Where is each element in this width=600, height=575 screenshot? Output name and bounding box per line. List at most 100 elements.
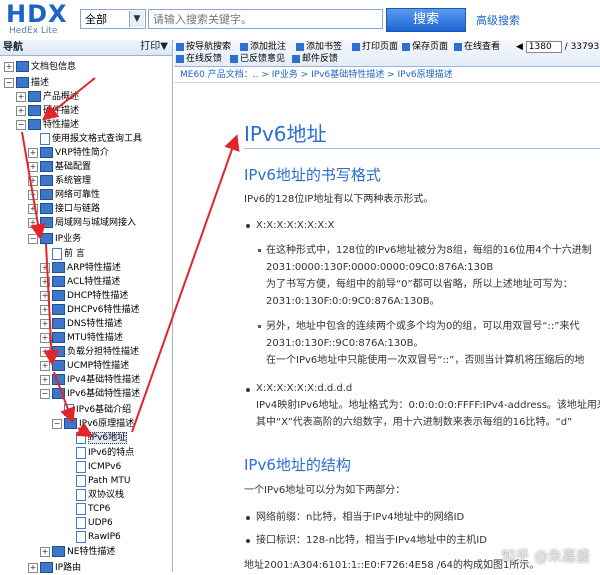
feedback-icon bbox=[176, 54, 184, 63]
book-icon bbox=[52, 374, 65, 385]
tree-item[interactable]: − IPv6原理描述 bbox=[52, 417, 134, 431]
expand-icon[interactable]: + bbox=[40, 346, 50, 357]
tree-item[interactable]: + DHCP特性描述 bbox=[40, 289, 128, 303]
tree-item[interactable]: + 文档包信息 bbox=[4, 60, 76, 74]
expand-icon[interactable]: + bbox=[16, 105, 26, 116]
expand-icon[interactable]: + bbox=[40, 546, 50, 557]
book-icon bbox=[52, 332, 65, 343]
tree-item[interactable]: ICMPv6 bbox=[76, 460, 121, 474]
tree-item[interactable]: + NE特性描述 bbox=[40, 545, 115, 559]
tree-item[interactable]: + MTU特性描述 bbox=[40, 331, 123, 345]
book-icon bbox=[40, 562, 53, 573]
expand-icon[interactable]: + bbox=[40, 374, 50, 385]
tree-item[interactable]: + IPv4基础特性描述 bbox=[40, 373, 140, 387]
tree-item[interactable]: + 系统管理 bbox=[28, 174, 91, 188]
expand-icon[interactable]: + bbox=[28, 562, 38, 573]
add-note-button[interactable]: 添加批注 bbox=[240, 41, 286, 53]
list-item: 接口标识：128-n比特，相当于IPv4地址中的主机ID bbox=[256, 535, 487, 546]
section-title: IPv6地址的书写格式 bbox=[244, 166, 381, 184]
tree-item[interactable]: + 负载分担特性描述 bbox=[40, 345, 139, 359]
book-icon bbox=[40, 147, 53, 158]
book-icon bbox=[40, 161, 53, 172]
tree-item[interactable]: 前 言 bbox=[52, 247, 85, 261]
tree-item[interactable]: − IP业务 bbox=[28, 232, 81, 246]
tree-item[interactable]: 使用报文格式查询工具 bbox=[40, 132, 142, 146]
print-page-button[interactable]: 打印页面 bbox=[352, 41, 398, 53]
expand-icon[interactable]: + bbox=[40, 276, 50, 287]
expand-icon[interactable]: + bbox=[40, 304, 50, 315]
expand-icon[interactable]: + bbox=[16, 91, 26, 102]
tree-item[interactable]: 双协议栈 bbox=[76, 488, 124, 502]
page-number-input[interactable] bbox=[525, 41, 562, 53]
tree-item[interactable]: + DHCPv6特性描述 bbox=[40, 303, 139, 317]
expand-icon[interactable]: + bbox=[28, 161, 38, 172]
collapse-icon[interactable]: − bbox=[52, 418, 62, 429]
tree-item[interactable]: + 基础配置 bbox=[28, 160, 91, 174]
tree-item[interactable]: + ARP特性描述 bbox=[40, 261, 121, 275]
tree-item-selected[interactable]: IPv6地址 bbox=[76, 431, 128, 445]
tree-item[interactable]: Path MTU bbox=[76, 474, 130, 488]
search-scope-select[interactable]: 全部 ▼ bbox=[80, 9, 146, 29]
tree-item[interactable]: + IP路由 bbox=[28, 561, 81, 575]
expand-icon[interactable]: + bbox=[4, 61, 14, 72]
tree-item[interactable]: − 描述 bbox=[4, 76, 49, 90]
page-icon bbox=[76, 460, 86, 473]
collapse-icon[interactable]: − bbox=[28, 233, 38, 244]
tree-item[interactable]: + VRP特性简介 bbox=[28, 146, 109, 160]
expand-icon[interactable]: + bbox=[40, 318, 50, 329]
email-feedback-button[interactable]: 邮件反馈 bbox=[292, 53, 338, 65]
prev-page-icon[interactable]: ◀ bbox=[516, 42, 523, 52]
tree-item[interactable]: RawIP6 bbox=[76, 530, 121, 544]
tree-item[interactable]: TCP6 bbox=[76, 502, 110, 516]
chevron-down-icon[interactable]: ▼ bbox=[129, 11, 144, 27]
tree-item[interactable]: + 硬件描述 bbox=[16, 104, 79, 118]
tree-item[interactable]: + ACL特性描述 bbox=[40, 275, 120, 289]
search-button[interactable]: 搜索 bbox=[386, 8, 466, 32]
tree-item[interactable]: + 接口与链路 bbox=[28, 202, 100, 216]
collapse-icon[interactable]: − bbox=[4, 77, 14, 88]
tree-item[interactable]: + 网络可靠性 bbox=[28, 188, 100, 202]
book-icon bbox=[64, 418, 77, 429]
expand-icon[interactable]: + bbox=[28, 217, 38, 228]
collapse-icon[interactable]: − bbox=[40, 388, 50, 399]
book-icon bbox=[40, 203, 53, 214]
expand-icon[interactable]: + bbox=[28, 189, 38, 200]
expand-icon[interactable]: + bbox=[28, 203, 38, 214]
expand-icon[interactable]: + bbox=[28, 147, 38, 158]
document-content: IPv6地址 IPv6地址的书写格式 IPv6的128位IP地址有以下两种表示形… bbox=[174, 84, 600, 572]
nav-print-button[interactable]: 打印▼ bbox=[140, 40, 168, 53]
page-icon bbox=[76, 530, 86, 543]
book-icon bbox=[16, 61, 29, 72]
section-title: IPv6地址的结构 bbox=[244, 456, 351, 474]
expand-icon[interactable]: + bbox=[40, 332, 50, 343]
expand-icon[interactable]: + bbox=[40, 262, 50, 273]
tree-item[interactable]: UDP6 bbox=[76, 516, 113, 530]
paragraph: 在一个IPv6地址中只能使用一次双冒号“::”，否则当计算机将压缩后的地 bbox=[266, 355, 585, 366]
page-icon bbox=[76, 488, 86, 501]
tree-item[interactable]: + 产品概述 bbox=[16, 90, 79, 104]
page-icon bbox=[40, 132, 50, 145]
tree-item[interactable]: IPv6的特点 bbox=[76, 446, 134, 460]
tree-item[interactable]: + DNS特性描述 bbox=[40, 317, 122, 331]
nav-search-button[interactable]: 按导航搜索 bbox=[176, 41, 231, 53]
online-view-button[interactable]: 在线查看 bbox=[454, 41, 500, 53]
tree-item[interactable]: − IPv6基础特性描述 bbox=[40, 387, 140, 401]
tree-item[interactable]: + 局域网与城域网接入 bbox=[28, 216, 136, 230]
save-page-button[interactable]: 保存页面 bbox=[402, 41, 448, 53]
add-bookmark-button[interactable]: 添加书签 bbox=[296, 41, 342, 53]
collapse-icon[interactable]: − bbox=[16, 119, 26, 130]
tree-item[interactable]: − 特性描述 bbox=[16, 118, 79, 132]
search-input[interactable] bbox=[148, 9, 383, 29]
advanced-search-link[interactable]: 高级搜索 bbox=[476, 12, 520, 28]
expand-icon[interactable]: + bbox=[28, 175, 38, 186]
paragraph: 2031:0:130F::9C0:876A:130B。 bbox=[266, 338, 424, 349]
tree-item[interactable]: IPv6基础介绍 bbox=[64, 403, 131, 417]
breadcrumb[interactable]: ME60 产品文档：.. > IP业务 > IPv6基础特性描述 > IPv6原… bbox=[174, 67, 600, 83]
feedback-opinion-button[interactable]: 已反馈意见 bbox=[230, 53, 285, 65]
bullet bbox=[246, 224, 250, 228]
online-feedback-button[interactable]: 在线反馈 bbox=[176, 53, 222, 65]
expand-icon[interactable]: + bbox=[40, 360, 50, 371]
tree-item[interactable]: + UCMP特性描述 bbox=[40, 359, 129, 373]
watermark: 知乎 @朱嘉盛 bbox=[501, 549, 590, 565]
expand-icon[interactable]: + bbox=[40, 290, 50, 301]
